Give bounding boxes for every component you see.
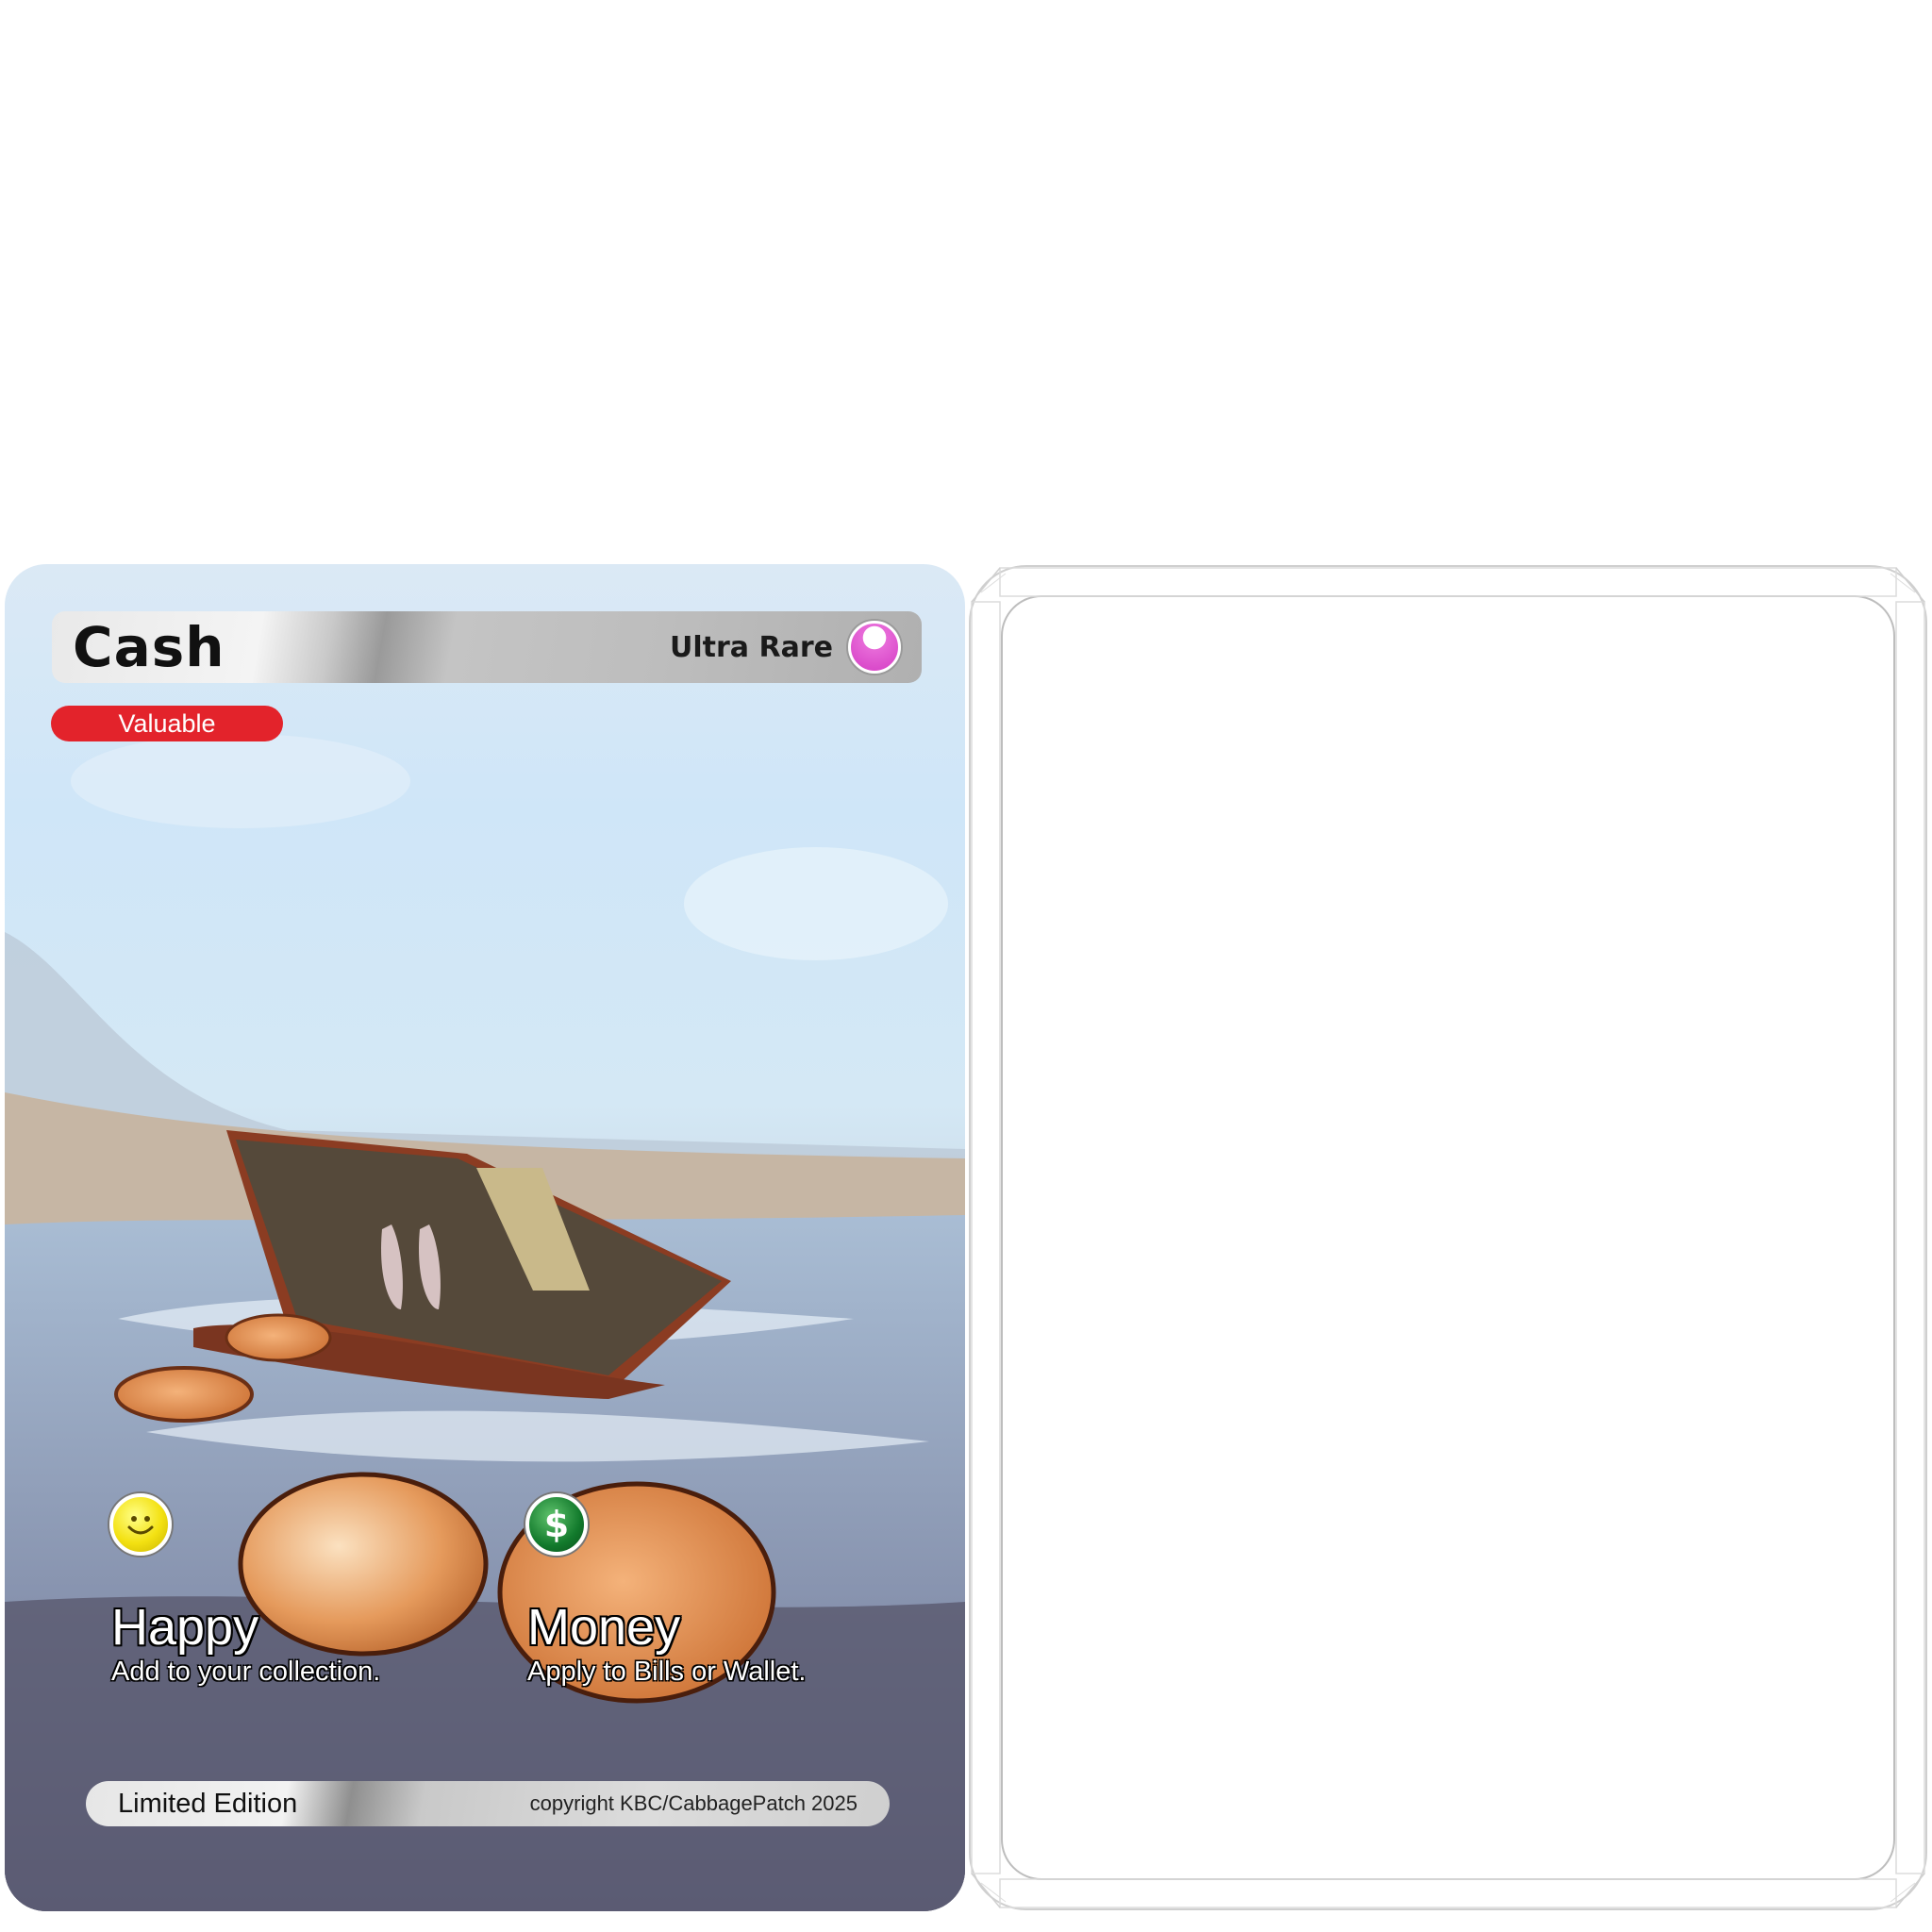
edition-label: Limited Edition — [118, 1788, 298, 1819]
dollar-sign: $ — [543, 1504, 570, 1545]
card-type-badge: Valuable — [51, 706, 283, 741]
card-back-outline — [969, 565, 1927, 1910]
title-bar: Cash Ultra Rare — [52, 611, 922, 683]
card-illustration — [5, 734, 965, 1911]
stat-description: Add to your collection. — [111, 1657, 381, 1687]
rarity-label: Ultra Rare — [670, 630, 833, 664]
copyright-text: copyright KBC/CabbagePatch 2025 — [529, 1791, 858, 1815]
smiley-icon — [109, 1493, 172, 1556]
card-name: Cash — [73, 615, 225, 679]
rarity-gem-icon — [848, 621, 901, 674]
card-front: Cash Ultra Rare Valuable Happy Add to yo… — [5, 564, 965, 1911]
stat-description: Apply to Bills or Wallet. — [527, 1657, 807, 1687]
dollar-coin-icon: $ — [525, 1493, 588, 1556]
stat-title: Happy — [111, 1599, 259, 1656]
footer-bar: Limited Edition copyright KBC/CabbagePat… — [86, 1781, 890, 1826]
stat-title: Money — [527, 1599, 681, 1656]
